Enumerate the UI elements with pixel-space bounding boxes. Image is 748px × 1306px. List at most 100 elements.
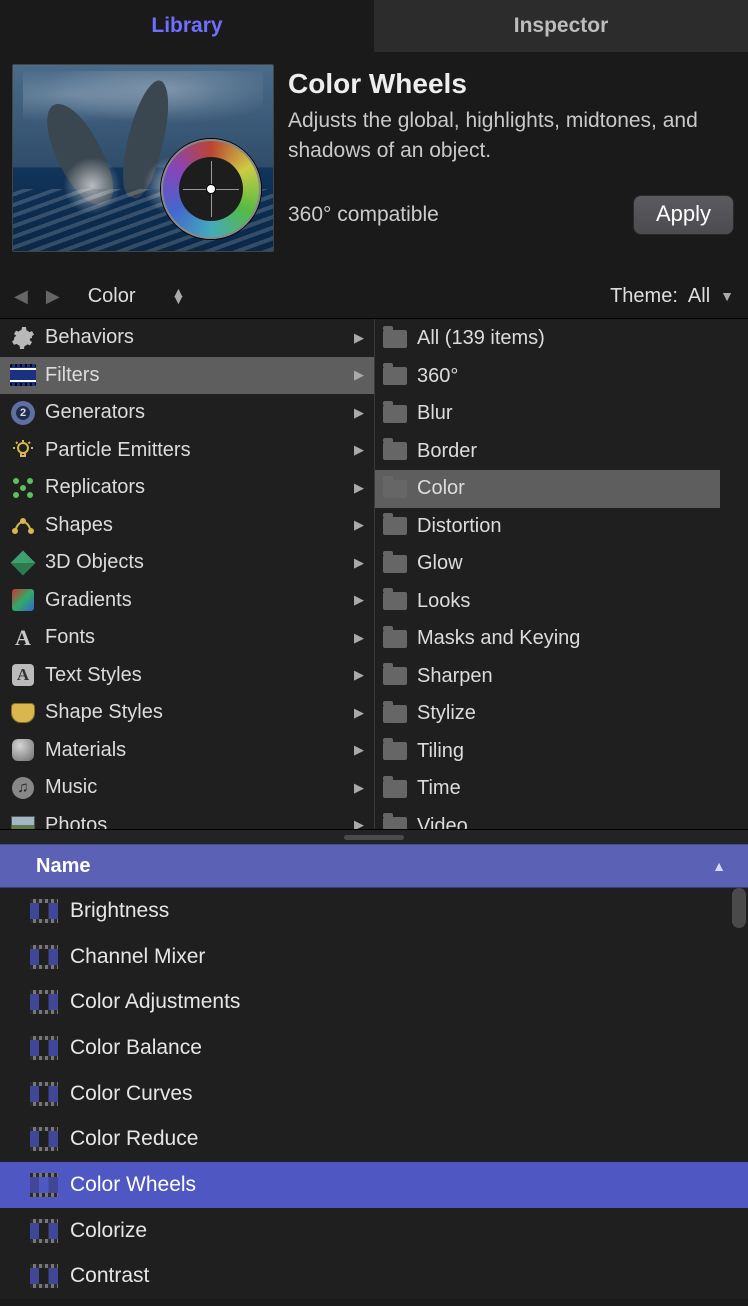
subcategory-row[interactable]: Sharpen bbox=[375, 658, 720, 696]
folder-icon bbox=[383, 480, 407, 498]
category-label: Filters bbox=[45, 364, 99, 387]
category-row[interactable]: Particle Emitters▶ bbox=[0, 432, 374, 470]
list-item[interactable]: Channel Mixer bbox=[0, 934, 748, 980]
chevron-right-icon: ▶ bbox=[354, 780, 364, 796]
category-row[interactable]: Filters▶ bbox=[0, 357, 374, 395]
chevron-right-icon: ▶ bbox=[354, 667, 364, 683]
category-label: Music bbox=[45, 776, 97, 799]
chevron-right-icon: ▶ bbox=[354, 630, 364, 646]
subcategory-row[interactable]: Masks and Keying bbox=[375, 620, 720, 658]
chevron-right-icon: ▶ bbox=[354, 480, 364, 496]
list-item[interactable]: Brightness bbox=[0, 888, 748, 934]
gear-icon bbox=[10, 325, 36, 351]
category-label: Replicators bbox=[45, 476, 145, 499]
filter-icon bbox=[30, 1036, 58, 1060]
category-row[interactable]: Behaviors ▶ bbox=[0, 319, 374, 357]
tab-inspector[interactable]: Inspector bbox=[374, 0, 748, 52]
subcategory-row[interactable]: Blur bbox=[375, 395, 720, 433]
subcategory-row[interactable]: All (139 items) bbox=[375, 320, 720, 358]
list-item[interactable]: Color Reduce bbox=[0, 1116, 748, 1162]
subcategory-label: All (139 items) bbox=[417, 327, 545, 350]
category-row[interactable]: Materials▶ bbox=[0, 732, 374, 770]
generator-icon: 2 bbox=[10, 400, 36, 426]
category-label: Particle Emitters bbox=[45, 439, 191, 462]
music-icon: ♫ bbox=[10, 775, 36, 801]
subcategory-row[interactable]: Looks bbox=[375, 583, 720, 621]
folder-icon bbox=[383, 555, 407, 573]
chevron-right-icon: ▶ bbox=[354, 330, 364, 346]
category-label: Shapes bbox=[45, 514, 113, 537]
category-row[interactable]: 2Generators▶ bbox=[0, 394, 374, 432]
list-item-label: Brightness bbox=[70, 899, 169, 923]
list-item-label: Color Wheels bbox=[70, 1173, 196, 1197]
list-item[interactable]: Contrast bbox=[0, 1254, 748, 1300]
category-row[interactable]: Replicators ▶ bbox=[0, 469, 374, 507]
subcategory-label: Looks bbox=[417, 590, 470, 613]
subcategory-row[interactable]: Color bbox=[375, 470, 720, 508]
category-label: Fonts bbox=[45, 626, 95, 649]
split-handle[interactable] bbox=[0, 830, 748, 844]
list-item[interactable]: Color Balance bbox=[0, 1025, 748, 1071]
category-row[interactable]: Photos▶ bbox=[0, 807, 374, 830]
subcategory-label: Masks and Keying bbox=[417, 627, 580, 650]
category-label: Materials bbox=[45, 739, 126, 762]
folder-icon bbox=[383, 330, 407, 348]
list-item[interactable]: Color Wheels bbox=[0, 1162, 748, 1208]
subcategory-row[interactable]: Stylize bbox=[375, 695, 720, 733]
scrollbar[interactable] bbox=[732, 888, 746, 928]
subcategory-row[interactable]: Border bbox=[375, 433, 720, 471]
folder-icon bbox=[383, 367, 407, 385]
filter-icon bbox=[30, 1127, 58, 1151]
subcategory-row[interactable]: 360° bbox=[375, 358, 720, 396]
gradient-icon bbox=[10, 587, 36, 613]
chevron-right-icon: ▶ bbox=[354, 817, 364, 829]
preview-compat: 360° compatible bbox=[288, 203, 439, 227]
category-column: Behaviors▶Filters▶2Generators▶Particle E… bbox=[0, 319, 375, 829]
subcategory-label: Distortion bbox=[417, 515, 501, 538]
subcategory-row[interactable]: Time bbox=[375, 770, 720, 808]
list-item[interactable]: Color Curves bbox=[0, 1071, 748, 1117]
category-row[interactable]: 3D Objects ▶ bbox=[0, 544, 374, 582]
subcategory-row[interactable]: Glow bbox=[375, 545, 720, 583]
material-icon bbox=[10, 737, 36, 763]
subcategory-row[interactable]: Distortion bbox=[375, 508, 720, 546]
subcategory-label: Tiling bbox=[417, 740, 464, 763]
category-row[interactable]: AText Styles▶ bbox=[0, 657, 374, 695]
replicator-icon bbox=[10, 475, 36, 501]
category-label: Behaviors bbox=[45, 326, 134, 349]
path-label: Color bbox=[88, 285, 136, 308]
list-item-label: Contrast bbox=[70, 1264, 149, 1288]
list-item[interactable]: Colorize bbox=[0, 1208, 748, 1254]
subcategory-label: Blur bbox=[417, 402, 453, 425]
theme-value: All bbox=[688, 285, 710, 308]
preview-panel: Color Wheels Adjusts the global, highlig… bbox=[0, 52, 748, 274]
subcategory-column: All (139 items) 360° Blur Border Color Distor… bbox=[375, 319, 748, 829]
subcategory-label: Color bbox=[417, 477, 465, 500]
category-row[interactable]: Shape Styles▶ bbox=[0, 694, 374, 732]
item-list: Brightness Channel MixerColor Adjustments… bbox=[0, 888, 748, 1299]
nav-forward-icon[interactable]: ▶ bbox=[46, 286, 60, 307]
category-label: 3D Objects bbox=[45, 551, 144, 574]
filter-icon bbox=[30, 945, 58, 969]
chevron-right-icon: ▶ bbox=[354, 555, 364, 571]
folder-icon bbox=[383, 630, 407, 648]
subcategory-row[interactable]: Tiling bbox=[375, 733, 720, 771]
category-row[interactable]: Shapes▶ bbox=[0, 507, 374, 545]
category-label: Generators bbox=[45, 401, 145, 424]
path-popup[interactable]: Color ▲▼ bbox=[88, 285, 182, 308]
apply-button[interactable]: Apply bbox=[633, 195, 734, 235]
nav-back-icon[interactable]: ◀ bbox=[14, 286, 28, 307]
theme-popup[interactable]: Theme: All ▼ bbox=[610, 285, 734, 308]
sort-arrow-icon: ▲ bbox=[712, 858, 726, 874]
category-row[interactable]: AFonts▶ bbox=[0, 619, 374, 657]
filter-icon bbox=[30, 1173, 58, 1197]
folder-icon bbox=[383, 442, 407, 460]
category-row[interactable]: Gradients▶ bbox=[0, 582, 374, 620]
filter-icon bbox=[30, 1264, 58, 1288]
list-item[interactable]: Color Adjustments bbox=[0, 979, 748, 1025]
filter-icon bbox=[30, 899, 58, 923]
list-header[interactable]: Name ▲ bbox=[0, 844, 748, 888]
category-row[interactable]: ♫ Music ▶ bbox=[0, 769, 374, 807]
tab-library[interactable]: Library bbox=[0, 0, 374, 52]
subcategory-row[interactable]: Video bbox=[375, 808, 720, 830]
